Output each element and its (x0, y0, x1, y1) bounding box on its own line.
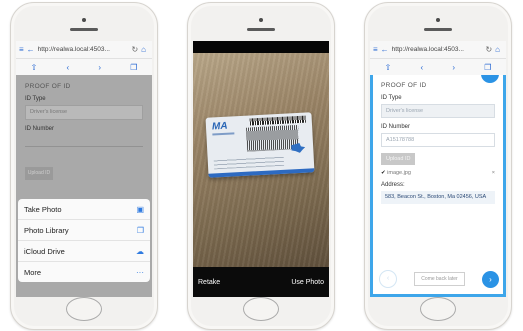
uploaded-file-row: ✔ image.jpg × (381, 170, 495, 176)
camera-dot (82, 18, 86, 22)
home-button[interactable] (66, 297, 102, 321)
id-type-field[interactable]: Driver's license (381, 104, 495, 118)
sheet-item-icloud-drive[interactable]: iCloud Drive ☁ (18, 241, 150, 262)
speaker-grille (247, 28, 275, 31)
license-state: MA (211, 120, 228, 133)
section-title: PROOF OF ID (381, 82, 427, 89)
come-back-later-button[interactable]: Come back later (414, 272, 465, 286)
screen-1: ≡ ← http://realwa.local:4503... ↻ ⌂ ⇧ ‹ … (16, 41, 152, 297)
sheet-item-label: iCloud Drive (24, 246, 65, 256)
next-icon[interactable]: › (452, 63, 455, 72)
id-type-field[interactable]: Driver's license (25, 105, 143, 120)
sheet-item-label: Take Photo (24, 204, 62, 214)
sheet-item-take-photo[interactable]: Take Photo ▣ (18, 199, 150, 220)
next-button[interactable]: › (482, 270, 499, 288)
form-panel: PROOF OF ID ID Type Driver's license ID … (373, 75, 503, 294)
speaker-grille (424, 28, 452, 31)
sheet-item-photo-library[interactable]: Photo Library ❐ (18, 220, 150, 241)
use-photo-button[interactable]: Use Photo (291, 279, 324, 286)
home-icon[interactable]: ⌂ (495, 45, 500, 54)
section-title: PROOF OF ID (25, 83, 71, 90)
id-number-field[interactable]: A15178788 (381, 133, 495, 147)
file-name: image.jpg (387, 170, 411, 176)
form-nav: ‹ Come back later › (379, 270, 499, 288)
page-background: PROOF OF ID ID Type Driver's license ID … (370, 75, 506, 297)
upload-id-button[interactable]: Upload ID (25, 167, 53, 180)
remove-file-icon[interactable]: × (492, 170, 495, 176)
tabs-icon[interactable]: ❐ (130, 63, 137, 72)
menu-icon[interactable]: ≡ (373, 45, 378, 54)
reload-icon[interactable]: ↻ (131, 45, 138, 54)
photo-library-icon: ❐ (136, 225, 144, 235)
more-icon: ··· (136, 267, 144, 277)
share-icon[interactable]: ⇧ (385, 63, 392, 72)
id-number-label: ID Number (25, 126, 55, 132)
address-label: Address: (381, 182, 405, 188)
sheet-item-label: More (24, 267, 42, 277)
phone-3: ≡ ← http://realwa.local:4503... ↻ ⌂ ⇧ ‹ … (364, 2, 512, 330)
retake-button[interactable]: Retake (198, 279, 220, 286)
url-bar[interactable]: ≡ ← http://realwa.local:4503... ↻ ⌂ (370, 41, 506, 59)
camera-icon: ▣ (136, 204, 144, 214)
id-type-label: ID Type (381, 95, 402, 101)
tabs-icon[interactable]: ❐ (484, 63, 491, 72)
phone-2: MA Retake Use Photo (187, 2, 335, 330)
id-type-label: ID Type (25, 96, 46, 102)
id-number-label: ID Number (381, 124, 411, 130)
url-text[interactable]: http://realwa.local:4503... (392, 46, 486, 53)
reload-icon[interactable]: ↻ (485, 45, 492, 54)
home-button[interactable] (420, 297, 456, 321)
drivers-license-card: MA (205, 112, 315, 178)
screen-2: MA Retake Use Photo (193, 41, 329, 297)
phone-1: ≡ ← http://realwa.local:4503... ↻ ⌂ ⇧ ‹ … (10, 2, 158, 330)
menu-icon[interactable]: ≡ (19, 45, 24, 54)
camera-controls: Retake Use Photo (193, 267, 329, 297)
captured-photo: MA (193, 53, 329, 267)
url-bar[interactable]: ≡ ← http://realwa.local:4503... ↻ ⌂ (16, 41, 152, 59)
back-arrow-icon[interactable]: ← (27, 45, 35, 54)
back-button[interactable]: ‹ (379, 270, 397, 288)
id-number-field[interactable] (25, 146, 143, 147)
upload-id-button[interactable]: Upload ID (381, 153, 416, 165)
action-sheet: Take Photo ▣ Photo Library ❐ iCloud Driv… (18, 199, 150, 282)
home-button[interactable] (243, 297, 279, 321)
screen-3: ≡ ← http://realwa.local:4503... ↻ ⌂ ⇧ ‹ … (370, 41, 506, 297)
camera-dot (436, 18, 440, 22)
browser-toolbar: ⇧ ‹ › ❐ (370, 59, 506, 76)
browser-toolbar: ⇧ ‹ › ❐ (16, 59, 152, 76)
camera-top-bar (193, 41, 329, 53)
sheet-item-more[interactable]: More ··· (18, 262, 150, 282)
address-field[interactable]: 583, Beacon St., Boston, Ma 02456, USA (381, 191, 495, 204)
prev-icon[interactable]: ‹ (66, 63, 69, 72)
checkmark-icon: ✔ (381, 170, 386, 176)
cloud-icon: ☁ (136, 246, 144, 256)
back-arrow-icon[interactable]: ← (381, 45, 389, 54)
camera-dot (259, 18, 263, 22)
speaker-grille (70, 28, 98, 31)
sheet-item-label: Photo Library (24, 225, 69, 235)
next-icon[interactable]: › (98, 63, 101, 72)
home-icon[interactable]: ⌂ (141, 45, 146, 54)
share-icon[interactable]: ⇧ (31, 63, 38, 72)
url-text[interactable]: http://realwa.local:4503... (38, 46, 132, 53)
prev-icon[interactable]: ‹ (420, 63, 423, 72)
